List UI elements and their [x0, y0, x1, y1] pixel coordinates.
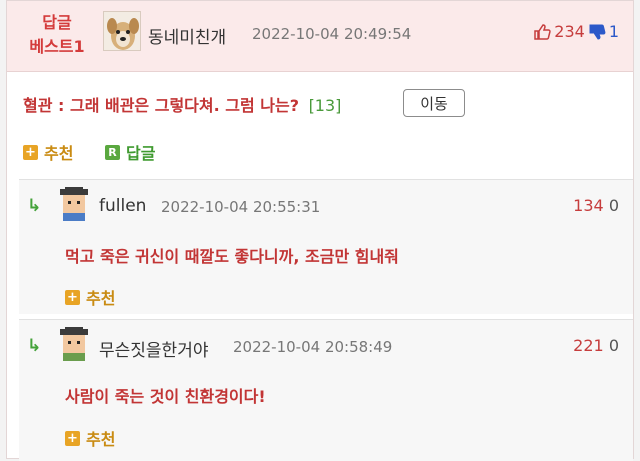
pixel-avatar-icon[interactable] — [57, 327, 91, 361]
plus-icon: + — [65, 289, 80, 305]
recommend-label: 추천 — [86, 289, 116, 308]
reply-badge-icon: R — [105, 144, 120, 160]
best-down-count: 1 — [608, 22, 619, 41]
dog-face-icon — [104, 12, 140, 50]
best-label-line2: 베스트1 — [29, 37, 85, 56]
best-reply-text: 혈관 : 그래 배관은 그렇다쳐. 그럼 나는? — [23, 96, 299, 115]
best-reply-count[interactable]: [13] — [309, 96, 342, 115]
best-recommend-button[interactable]: + 추천 — [23, 140, 73, 164]
reply-text: 사람이 죽는 것이 친환경이다! — [65, 387, 266, 406]
reply-arrow-icon: ↳ — [27, 196, 42, 216]
reply-arrow-icon: ↳ — [27, 336, 42, 356]
best-reply-body: 혈관 : 그래 배관은 그렇다쳐. 그럼 나는? [13] — [23, 92, 341, 116]
recommend-label: 추천 — [86, 430, 116, 449]
thumbs-up-icon[interactable] — [533, 23, 551, 41]
reply-up-count: 134 — [573, 196, 604, 215]
plus-icon: + — [65, 430, 80, 446]
dog-avatar[interactable] — [103, 11, 141, 51]
pixel-avatar-icon[interactable] — [57, 187, 91, 221]
reply-up-count: 221 — [573, 336, 604, 355]
reply-author[interactable]: 무슨짓을한거야 — [99, 336, 208, 361]
reply-text: 먹고 죽은 귀신이 때깔도 좋다니까, 조금만 힘내줘 — [65, 247, 399, 266]
thumbs-down-icon[interactable] — [588, 23, 606, 41]
reply-item: ↳ 무슨짓을한거야 2022-10-04 20:58:49 221 0 사람이 … — [19, 319, 633, 461]
best-reply-header: 답글 베스트1 동네미친개 2022-10-04 20:49:54 234 1 — [7, 1, 633, 72]
reply-down-count: 0 — [608, 196, 619, 215]
best-reply-button[interactable]: R 답글 — [105, 140, 155, 164]
plus-icon: + — [23, 144, 38, 160]
reply-timestamp: 2022-10-04 20:55:31 — [161, 198, 321, 216]
reply-vote-counts: 134 0 — [573, 196, 619, 215]
reply-down-count: 0 — [608, 336, 619, 355]
best-vote-counts: 234 1 — [533, 22, 619, 41]
reply-recommend-button[interactable]: + 추천 — [65, 426, 115, 450]
best-reply-badge: 답글 베스트1 — [21, 11, 93, 59]
comment-panel: 답글 베스트1 동네미친개 2022-10-04 20:49:54 234 1 … — [6, 0, 634, 461]
reply-timestamp: 2022-10-04 20:58:49 — [233, 338, 393, 356]
best-timestamp: 2022-10-04 20:49:54 — [252, 25, 412, 43]
best-up-count: 234 — [554, 22, 585, 41]
best-label-line1: 답글 — [42, 13, 72, 32]
move-button[interactable]: 이동 — [403, 89, 465, 117]
recommend-label: 추천 — [44, 144, 74, 163]
reply-item: ↳ fullen 2022-10-04 20:55:31 134 0 먹고 죽은… — [19, 179, 633, 314]
reply-label: 답글 — [126, 144, 156, 163]
reply-recommend-button[interactable]: + 추천 — [65, 285, 115, 309]
reply-author[interactable]: fullen — [99, 196, 146, 216]
best-author[interactable]: 동네미친개 — [148, 23, 226, 48]
reply-vote-counts: 221 0 — [573, 336, 619, 355]
